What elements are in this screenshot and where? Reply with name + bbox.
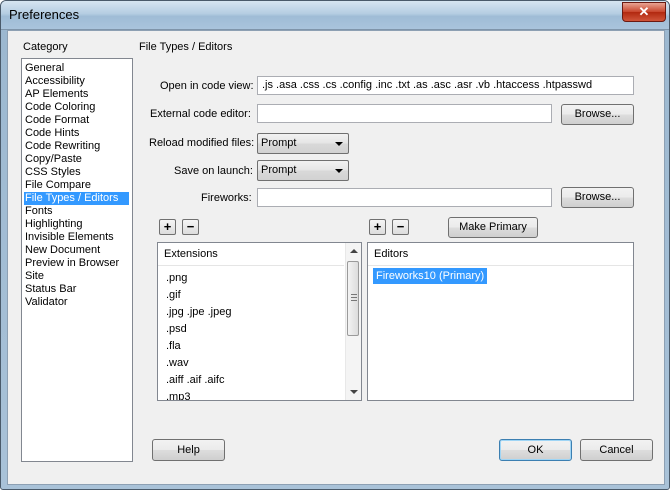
- browse-external-editor-button[interactable]: Browse...: [561, 104, 634, 125]
- category-item-css-styles[interactable]: CSS Styles: [24, 166, 82, 179]
- title-bar[interactable]: Preferences ✕: [1, 1, 669, 30]
- extensions-scrollbar[interactable]: [345, 243, 361, 400]
- category-item-copy-paste[interactable]: Copy/Paste: [24, 153, 83, 166]
- remove-extension-button[interactable]: −: [182, 219, 199, 235]
- preferences-dialog: Preferences ✕ Category General Accessibi…: [0, 0, 670, 490]
- make-primary-button[interactable]: Make Primary: [448, 217, 538, 238]
- open-in-code-view-field[interactable]: .js .asa .css .cs .config .inc .txt .as …: [257, 76, 634, 95]
- save-on-launch-value: Prompt: [261, 164, 297, 176]
- window-title: Preferences: [9, 7, 80, 22]
- grip-line: [351, 297, 357, 298]
- category-item-new-document[interactable]: New Document: [24, 244, 101, 257]
- fireworks-field[interactable]: [257, 188, 552, 207]
- scroll-up-icon[interactable]: [350, 249, 358, 253]
- category-item-file-types-editors[interactable]: File Types / Editors: [24, 192, 129, 205]
- category-item-site[interactable]: Site: [24, 270, 45, 283]
- section-title: File Types / Editors: [139, 41, 233, 53]
- category-item-preview-in-browser[interactable]: Preview in Browser: [24, 257, 120, 270]
- scroll-down-icon[interactable]: [350, 390, 358, 394]
- category-item-code-coloring[interactable]: Code Coloring: [24, 101, 96, 114]
- category-item-general[interactable]: General: [24, 62, 65, 75]
- help-button[interactable]: Help: [152, 439, 225, 461]
- extensions-list[interactable]: Extensions .png .gif .jpg .jpe .jpeg .ps…: [157, 242, 362, 401]
- save-on-launch-label: Save on launch:: [174, 165, 253, 177]
- extension-item[interactable]: .psd: [166, 321, 187, 337]
- extension-item[interactable]: .mp3: [166, 389, 190, 400]
- chevron-down-icon: [335, 142, 343, 146]
- extension-item[interactable]: .gif: [166, 287, 181, 303]
- dialog-body: Category General Accessibility AP Elemen…: [7, 30, 665, 485]
- reload-modified-files-label: Reload modified files:: [149, 137, 255, 149]
- extension-item[interactable]: .aiff .aif .aifc: [166, 372, 225, 388]
- chevron-down-icon: [335, 169, 343, 173]
- category-list[interactable]: General Accessibility AP Elements Code C…: [21, 58, 133, 462]
- ok-button[interactable]: OK: [499, 439, 572, 461]
- category-item-invisible-elements[interactable]: Invisible Elements: [24, 231, 115, 244]
- category-item-accessibility[interactable]: Accessibility: [24, 75, 86, 88]
- external-code-editor-label: External code editor:: [150, 108, 251, 120]
- reload-modified-files-select[interactable]: Prompt: [257, 133, 349, 154]
- editors-list[interactable]: Editors Fireworks10 (Primary): [367, 242, 634, 401]
- category-item-file-compare[interactable]: File Compare: [24, 179, 92, 192]
- open-in-code-view-label: Open in code view:: [160, 80, 254, 92]
- fireworks-label: Fireworks:: [201, 192, 252, 204]
- extension-item[interactable]: .png: [166, 270, 187, 286]
- category-item-fonts[interactable]: Fonts: [24, 205, 54, 218]
- category-item-ap-elements[interactable]: AP Elements: [24, 88, 89, 101]
- grip-line: [351, 294, 357, 295]
- cancel-button[interactable]: Cancel: [580, 439, 653, 461]
- add-extension-button[interactable]: +: [159, 219, 176, 235]
- category-item-validator[interactable]: Validator: [24, 296, 69, 309]
- close-button[interactable]: ✕: [622, 2, 666, 22]
- category-item-code-hints[interactable]: Code Hints: [24, 127, 80, 140]
- scrollbar-thumb[interactable]: [347, 261, 359, 336]
- category-item-code-format[interactable]: Code Format: [24, 114, 90, 127]
- extensions-header: Extensions: [158, 243, 344, 266]
- browse-fireworks-button[interactable]: Browse...: [561, 187, 634, 208]
- editors-header: Editors: [368, 243, 633, 266]
- category-heading: Category: [23, 41, 68, 53]
- add-editor-button[interactable]: +: [369, 219, 386, 235]
- category-item-status-bar[interactable]: Status Bar: [24, 283, 77, 296]
- save-on-launch-select[interactable]: Prompt: [257, 160, 349, 181]
- editor-item[interactable]: Fireworks10 (Primary): [373, 268, 488, 284]
- extension-item[interactable]: .jpg .jpe .jpeg: [166, 304, 231, 320]
- remove-editor-button[interactable]: −: [392, 219, 409, 235]
- extension-item[interactable]: .wav: [166, 355, 189, 371]
- category-item-highlighting[interactable]: Highlighting: [24, 218, 83, 231]
- grip-line: [351, 300, 357, 301]
- extension-item[interactable]: .fla: [166, 338, 181, 354]
- reload-modified-files-value: Prompt: [261, 137, 297, 149]
- external-code-editor-field[interactable]: [257, 104, 552, 123]
- category-item-code-rewriting[interactable]: Code Rewriting: [24, 140, 101, 153]
